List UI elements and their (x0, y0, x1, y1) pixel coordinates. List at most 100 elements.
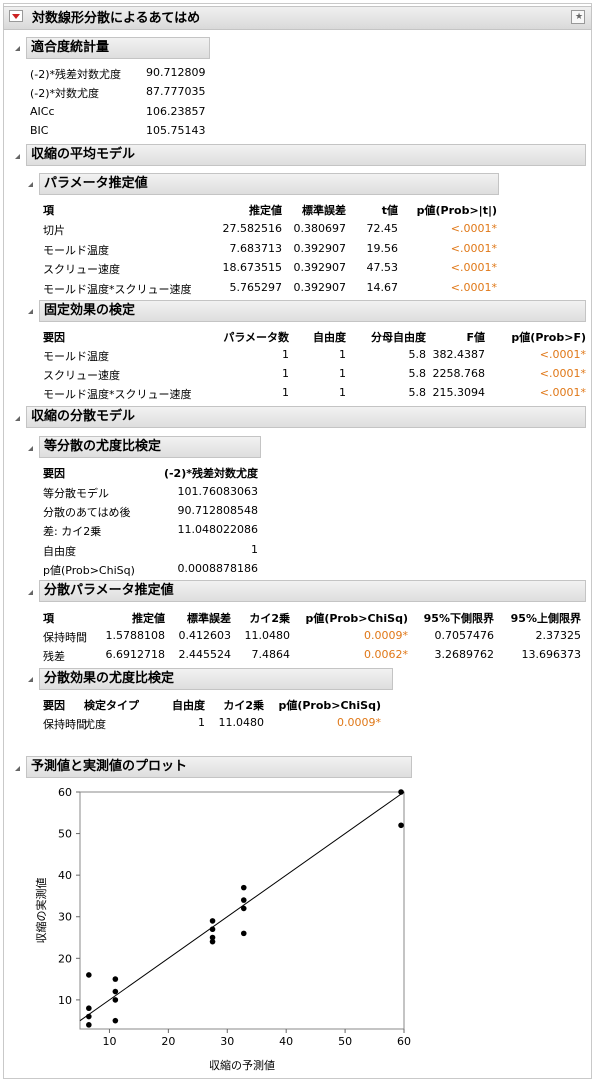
vparams-header[interactable]: 分散パラメータ推定値 (39, 580, 586, 602)
x-tick-label: 10 (102, 1035, 116, 1048)
lr-disclosure-icon[interactable] (28, 446, 33, 451)
row-label: 分散のあてはめ後 (43, 506, 131, 520)
column-header: 標準誤差 (302, 204, 346, 217)
table-cell: 11.0480 (218, 716, 265, 729)
table-cell: 382.4387 (432, 348, 486, 361)
veff-header[interactable]: 分散効果の尤度比検定 (39, 668, 393, 690)
data-point (112, 1017, 119, 1024)
row-label: モールド温度 (43, 243, 109, 257)
column-header: 要因 (43, 699, 65, 712)
plot-title: 予測値と実測値のプロット (31, 759, 188, 774)
table-cell: 1 (339, 348, 346, 361)
table-cell: 0.0009* (337, 716, 381, 729)
table-cell: 1 (282, 348, 289, 361)
data-point (112, 976, 119, 982)
table-cell: 0.0062* (364, 648, 408, 661)
table-cell: 18.673515 (222, 261, 283, 274)
fit-stats-header[interactable]: 適合度統計量 (26, 37, 210, 59)
table-cell: 14.67 (366, 280, 399, 294)
x-tick-label: 20 (161, 1035, 175, 1048)
fit-stat-value: 106.23857 (146, 104, 206, 118)
table-cell: <.0001* (539, 367, 586, 380)
plot-header[interactable]: 予測値と実測値のプロット (26, 756, 412, 778)
y-tick-label: 60 (58, 786, 72, 799)
row-label: 切片 (43, 224, 65, 237)
y-axis-label: 収縮の実測値 (34, 878, 48, 944)
params-title: パラメータ推定値 (44, 176, 148, 191)
row-label: モールド温度 (43, 350, 109, 363)
fit-stat-label: (-2)*残差対数尤度 (30, 68, 122, 81)
table-cell: 5.8 (408, 348, 427, 361)
table-cell: 0.7057476 (434, 629, 495, 642)
column-header: 自由度 (313, 331, 346, 344)
column-header: p値(Prob>F) (511, 331, 586, 344)
table-cell: <.0001* (450, 261, 497, 274)
column-header: 95%下側限界 (423, 612, 494, 625)
x-tick-label: 40 (279, 1035, 293, 1048)
var-model-title: 収縮の分散モデル (31, 409, 136, 424)
var-model-header[interactable]: 収縮の分散モデル (26, 406, 586, 428)
main-title-bar[interactable]: 対数線形分散によるあてはめ (3, 6, 592, 30)
table-cell: <.0001* (450, 241, 497, 255)
lr-test-header[interactable]: 等分散の尤度比検定 (39, 436, 261, 458)
vparams-title: 分散パラメータ推定値 (44, 583, 174, 598)
table-cell: 0.392907 (293, 261, 347, 274)
column-header: (-2)*残差対数尤度 (163, 467, 258, 480)
table-cell: 3.2689762 (434, 648, 495, 661)
row-label: モールド温度*スクリュー速度 (43, 282, 192, 296)
row-label: モールド温度*スクリュー速度 (43, 388, 192, 401)
bookmark-icon[interactable]: ★ (571, 10, 585, 24)
mean-model-title: 収縮の平均モデル (31, 147, 136, 162)
table-cell: <.0001* (450, 222, 497, 235)
column-header: 自由度 (172, 699, 205, 712)
y-tick-label: 40 (58, 869, 72, 882)
var-model-disclosure-icon[interactable] (15, 416, 20, 421)
table-cell: 5.8 (408, 386, 427, 399)
data-point (240, 905, 247, 912)
table-cell: 2.37325 (535, 629, 582, 642)
column-header: 95%上側限界 (510, 612, 581, 625)
data-point (240, 884, 247, 891)
red-triangle-menu-button[interactable] (9, 10, 23, 22)
column-header: カイ2乗 (223, 699, 264, 712)
params-disclosure-icon[interactable] (28, 182, 33, 187)
row-label: 保持時間 (43, 631, 87, 644)
table-cell: 0.412603 (178, 629, 232, 642)
fit-stat-label: (-2)*対数尤度 (30, 87, 100, 101)
x-tick-label: 30 (220, 1035, 234, 1048)
mean-model-disclosure-icon[interactable] (15, 154, 20, 159)
table-cell: 215.3094 (432, 386, 486, 399)
table-cell: 0.0008878186 (177, 561, 258, 575)
vparams-disclosure-icon[interactable] (28, 590, 33, 595)
row-label: 等分散モデル (43, 487, 109, 500)
table-cell: 101.76083063 (177, 485, 258, 498)
table-cell: 11.0480 (244, 629, 291, 642)
fixed-effects-disclosure-icon[interactable] (28, 309, 33, 314)
table-cell: 1 (339, 386, 346, 399)
data-point (86, 972, 92, 978)
table-cell: 5.8 (408, 367, 427, 380)
main-title: 対数線形分散によるあてはめ (32, 11, 201, 26)
data-point (209, 938, 216, 945)
table-cell: 6.6912718 (105, 648, 166, 661)
table-cell: 7.683713 (229, 241, 283, 255)
mean-model-header[interactable]: 収縮の平均モデル (26, 144, 586, 166)
data-point (240, 897, 247, 903)
table-cell: 0.392907 (293, 280, 347, 294)
column-header: 標準誤差 (187, 612, 231, 625)
fit-stat-value: 105.75143 (146, 123, 206, 137)
params-header[interactable]: パラメータ推定値 (39, 173, 499, 195)
fixed-effects-header[interactable]: 固定効果の検定 (39, 300, 586, 322)
veff-title: 分散効果の尤度比検定 (44, 671, 175, 686)
column-header: 検定タイプ (84, 699, 139, 712)
data-point (112, 997, 119, 1003)
column-header: 分母自由度 (371, 331, 426, 344)
actual-by-predicted-plot[interactable]: 10 20 30 40 50 60 10 20 30 40 50 60 収縮の予測値 収縮の実測値 (0, 780, 594, 1080)
veff-disclosure-icon[interactable] (28, 677, 33, 682)
fit-stats-title: 適合度統計量 (31, 40, 110, 55)
row-label: 残差 (43, 650, 65, 663)
fit-disclosure-icon[interactable] (15, 46, 20, 51)
y-tick-label: 20 (58, 952, 72, 965)
plot-disclosure-icon[interactable] (15, 766, 20, 771)
data-point (209, 918, 216, 924)
